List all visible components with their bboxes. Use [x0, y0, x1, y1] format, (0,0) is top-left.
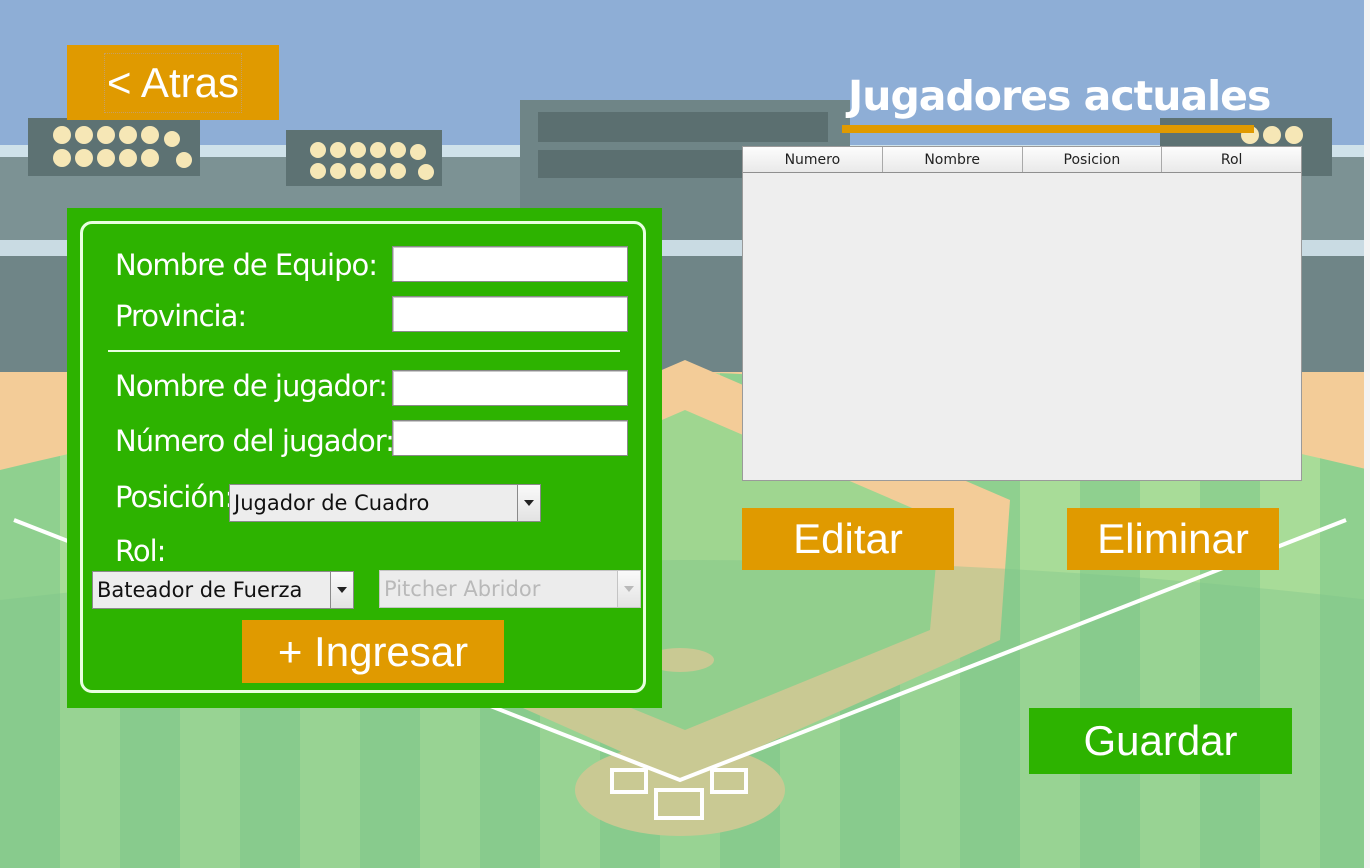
save-button-label: Guardar [1083, 717, 1238, 764]
player-number-label: Número del jugador: [115, 424, 395, 458]
team-name-label: Nombre de Equipo: [115, 248, 378, 282]
column-header-rol[interactable]: Rol [1162, 147, 1301, 172]
chevron-down-icon [617, 571, 640, 607]
save-button[interactable]: Guardar [1029, 708, 1292, 774]
column-header-nombre[interactable]: Nombre [882, 147, 1023, 172]
team-form-panel: Nombre de Equipo: Provincia: Nombre de j… [67, 208, 662, 708]
position-select-value: Jugador de Cuadro [234, 491, 430, 515]
table-header: Numero Nombre Posicion Rol [743, 147, 1301, 173]
form-divider [108, 350, 620, 352]
pitcher-role-select-value: Pitcher Abridor [384, 577, 541, 601]
back-button[interactable]: < Atras [67, 45, 279, 120]
delete-button[interactable]: Eliminar [1067, 508, 1279, 570]
back-button-label: < Atras [104, 52, 242, 113]
players-table[interactable]: Numero Nombre Posicion Rol [742, 146, 1302, 481]
player-name-label: Nombre de jugador: [115, 369, 388, 403]
add-player-button-label: + Ingresar [277, 627, 469, 675]
pitcher-role-select: Pitcher Abridor [379, 570, 641, 608]
player-name-field[interactable] [392, 370, 628, 406]
team-name-field[interactable] [392, 246, 628, 282]
title-underline [842, 125, 1254, 133]
column-header-posicion[interactable]: Posicion [1022, 147, 1163, 172]
position-label: Posición: [115, 480, 234, 514]
chevron-down-icon[interactable] [517, 485, 540, 521]
role-label: Rol: [115, 534, 166, 568]
add-player-button[interactable]: + Ingresar [242, 620, 504, 683]
role-select-value: Bateador de Fuerza [97, 578, 303, 602]
delete-button-label: Eliminar [1097, 515, 1249, 562]
player-number-field[interactable] [392, 420, 628, 456]
players-title: Jugadores actuales [848, 72, 1271, 120]
province-field[interactable] [392, 296, 628, 332]
column-header-numero[interactable]: Numero [743, 147, 883, 172]
table-body[interactable] [743, 173, 1301, 481]
position-select[interactable]: Jugador de Cuadro [229, 484, 541, 522]
role-select[interactable]: Bateador de Fuerza [92, 571, 354, 609]
edit-button-label: Editar [793, 515, 903, 562]
edit-button[interactable]: Editar [742, 508, 954, 570]
chevron-down-icon[interactable] [330, 572, 353, 608]
window-edge [1364, 0, 1370, 868]
province-label: Provincia: [115, 299, 247, 333]
